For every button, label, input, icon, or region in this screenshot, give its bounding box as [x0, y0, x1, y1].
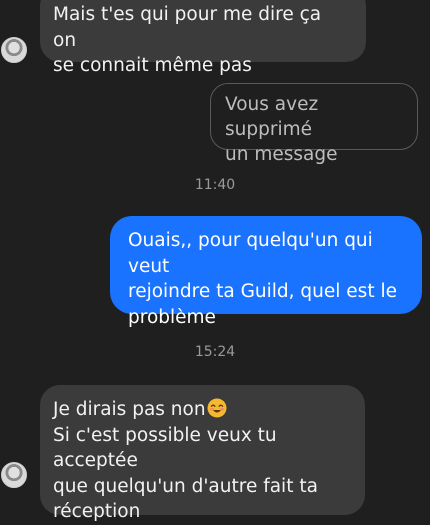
- smiling-face-emoji-icon: [207, 398, 227, 418]
- deleted-message-notice[interactable]: Vous avez supprimé un message: [210, 83, 418, 165]
- incoming-message-bubble[interactable]: Mais t'es qui pour me dire ça on se conn…: [40, 0, 366, 76]
- contact-avatar[interactable]: [1, 37, 27, 63]
- timestamp: 15:24: [194, 344, 236, 360]
- message-text: Si c'est possible veux tu acceptée que q…: [53, 424, 318, 523]
- incoming-message-bubble[interactable]: Je dirais pas non Si c'est possible veux…: [40, 385, 365, 522]
- timestamp: 11:40: [194, 177, 236, 193]
- outgoing-message-bubble[interactable]: Ouais,, pour quelqu'un qui veut rejoindr…: [110, 216, 422, 328]
- message-line: Je dirais pas non: [53, 399, 206, 420]
- contact-avatar[interactable]: [1, 462, 27, 488]
